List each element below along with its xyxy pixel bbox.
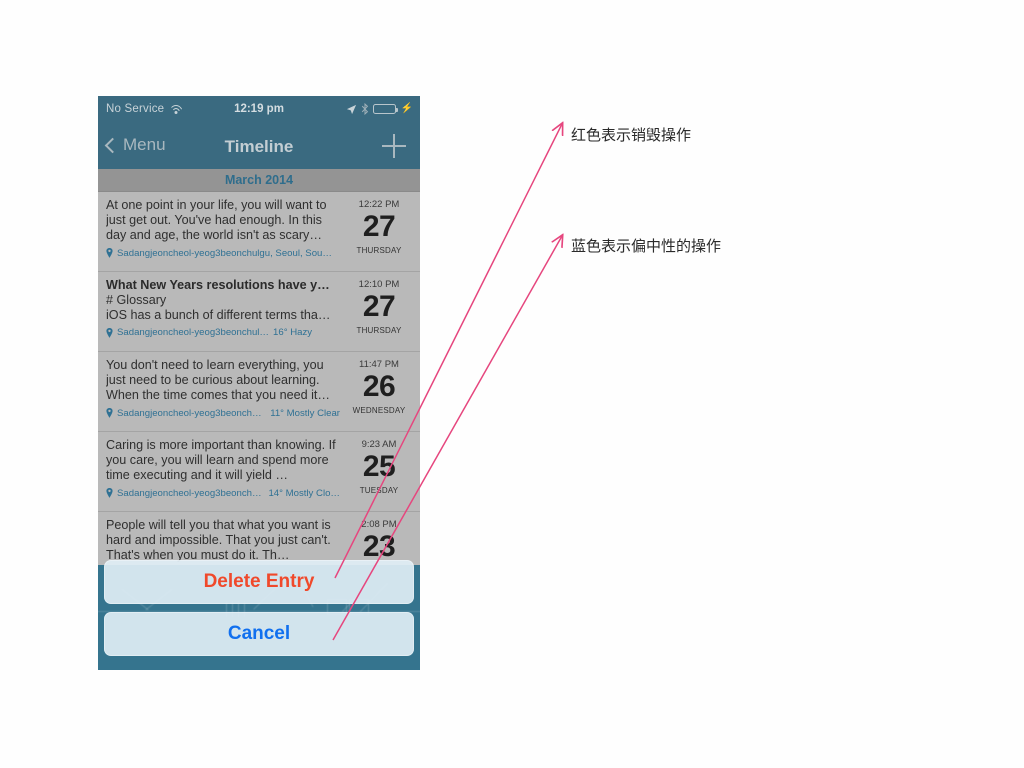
screenshot-canvas: No Service 12:19 pm ⚡ Menu Timeline Marc…	[0, 0, 1024, 768]
annotation-arrows	[332, 0, 1024, 641]
annotation-arrow-cancel	[332, 236, 562, 641]
annotation-label-destructive: 红色表示销毁操作	[571, 126, 692, 144]
annotation-label-neutral: 蓝色表示偏中性的操作	[571, 237, 722, 255]
annotation-arrow-delete	[334, 124, 562, 579]
